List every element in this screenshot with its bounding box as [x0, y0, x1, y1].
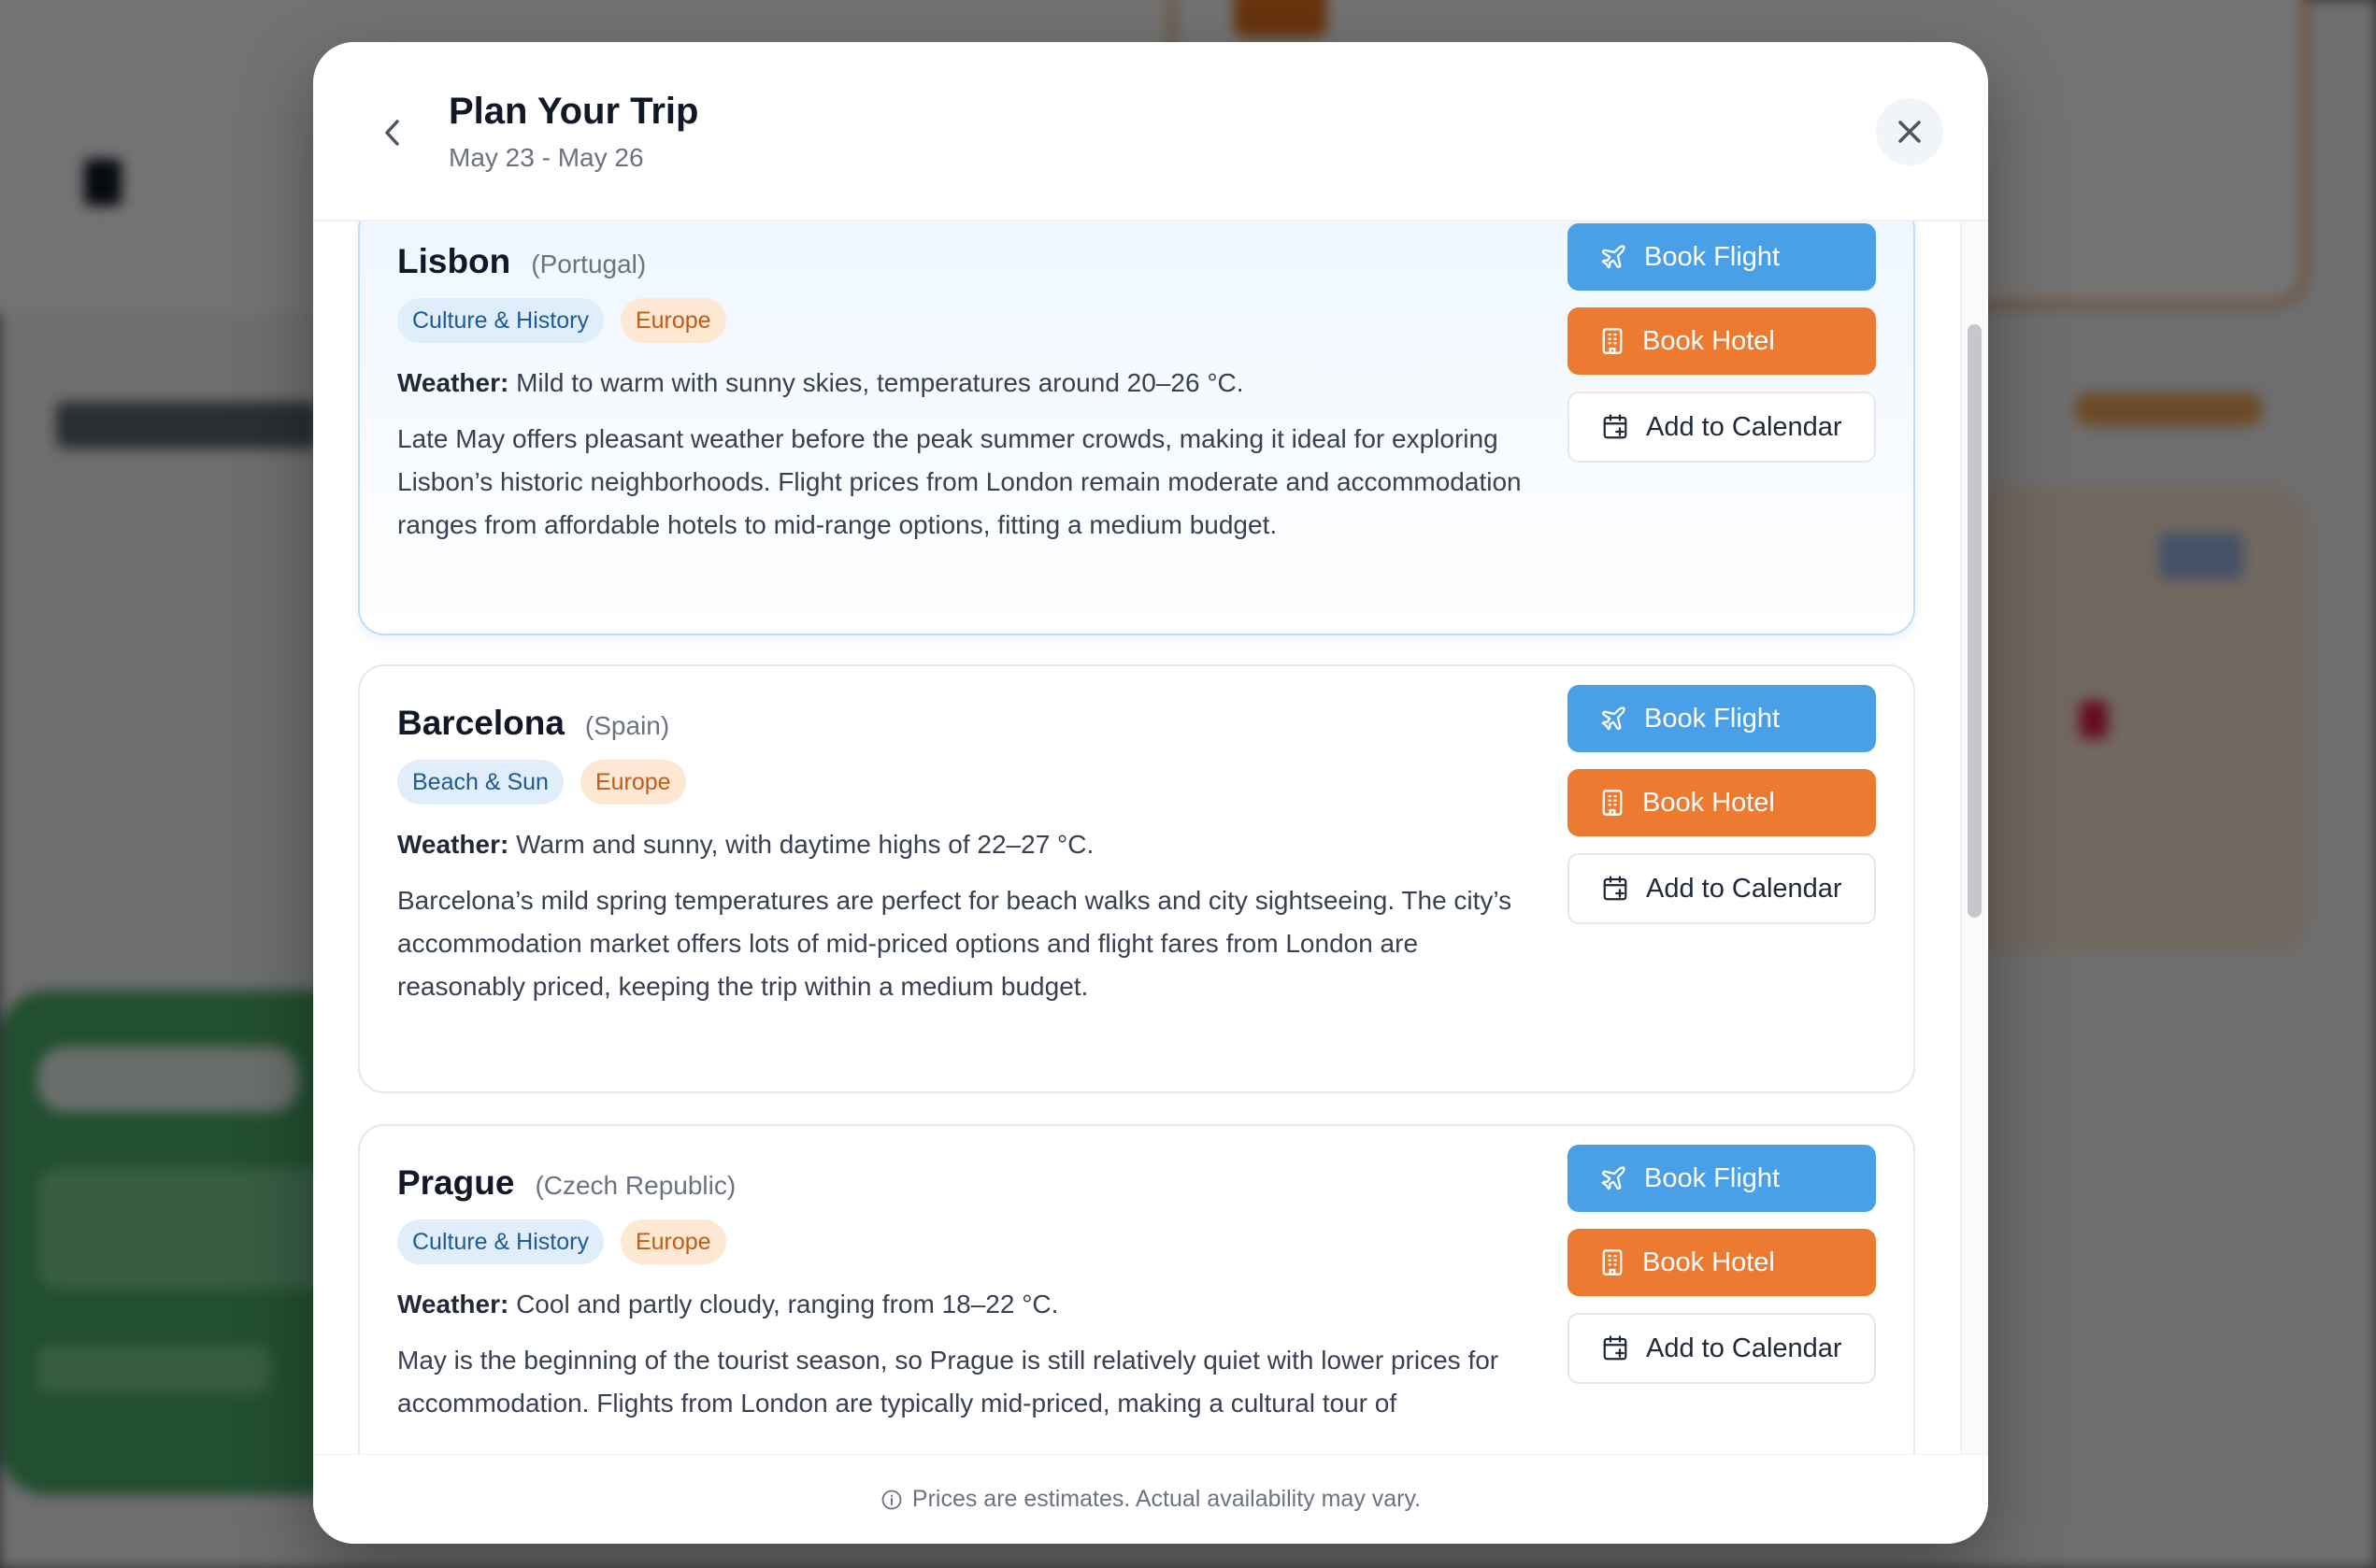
modal-footer: Prices are estimates. Actual availabilit…	[313, 1454, 1988, 1544]
modal-title: Plan Your Trip	[449, 91, 699, 132]
plane-icon	[1601, 245, 1625, 269]
calendar-plus-icon	[1603, 1335, 1627, 1361]
card-actions: Book Flight Book Hotel Add to Calendar	[1567, 685, 1876, 924]
calendar-plus-icon	[1603, 876, 1627, 901]
plane-icon	[1601, 1166, 1625, 1190]
plane-icon	[1601, 706, 1625, 731]
hotel-icon	[1602, 790, 1623, 816]
footer-note: Prices are estimates. Actual availabilit…	[911, 1486, 1422, 1512]
hotel-icon	[1602, 328, 1623, 354]
weather-info: Weather: Cool and partly cloudy, ranging…	[397, 1290, 1059, 1319]
weather-info: Weather: Warm and sunny, with daytime hi…	[397, 830, 1095, 859]
card-actions: Book Flight Book Hotel Add to Calendar	[1567, 223, 1876, 463]
category-tag: Culture & History	[397, 1219, 604, 1264]
tag-list: Culture & History Europe	[397, 298, 726, 343]
country-name: (Spain)	[584, 711, 670, 740]
book-hotel-button[interactable]: Book Hotel	[1567, 307, 1876, 375]
calendar-plus-icon	[1603, 414, 1627, 439]
destination-card: Barcelona (Spain) Beach & Sun Europe Weat…	[358, 664, 1915, 1093]
plan-trip-modal: Plan Your Trip May 23 - May 26 Lisbon (Po…	[313, 42, 1988, 1544]
country-name: (Czech Republic)	[535, 1171, 737, 1200]
destination-description: Barcelona’s mild spring temperatures are…	[397, 886, 1512, 1001]
trip-dates: May 23 - May 26	[449, 143, 644, 172]
modal-header: Plan Your Trip May 23 - May 26	[313, 42, 1988, 221]
country-name: (Portugal)	[531, 249, 647, 278]
destination-description: May is the beginning of the tourist seas…	[397, 1346, 1499, 1418]
city-name: Lisbon	[397, 242, 511, 280]
hotel-icon	[1602, 1249, 1623, 1276]
destination-description: Late May offers pleasant weather before …	[397, 424, 1522, 539]
card-actions: Book Flight Book Hotel Add to Calendar	[1567, 1145, 1876, 1384]
tag-list: Beach & Sun Europe	[397, 760, 686, 805]
add-to-calendar-button[interactable]: Add to Calendar	[1567, 853, 1876, 924]
destination-card: Prague (Czech Republic) Culture & History…	[358, 1124, 1915, 1495]
tag-list: Culture & History Europe	[397, 1219, 726, 1264]
category-tag: Culture & History	[397, 298, 604, 343]
chevron-left-icon	[385, 120, 399, 146]
scrollbar-thumb[interactable]	[1968, 324, 1982, 918]
region-tag: Europe	[620, 298, 726, 343]
book-hotel-button[interactable]: Book Hotel	[1567, 1229, 1876, 1296]
region-tag: Europe	[620, 1219, 726, 1264]
region-tag: Europe	[580, 760, 686, 805]
destination-list[interactable]: Lisbon (Portugal) Culture & History Europ…	[313, 221, 1988, 1495]
book-flight-button[interactable]: Book Flight	[1567, 685, 1876, 752]
add-to-calendar-button[interactable]: Add to Calendar	[1567, 1313, 1876, 1384]
city-name: Barcelona	[397, 704, 565, 742]
scrollbar[interactable]	[1960, 221, 1988, 1495]
back-button[interactable]	[369, 109, 416, 156]
weather-info: Weather: Mild to warm with sunny skies, …	[397, 368, 1244, 397]
destination-card: Lisbon (Portugal) Culture & History Europ…	[358, 221, 1915, 635]
city-name: Prague	[397, 1163, 515, 1202]
category-tag: Beach & Sun	[397, 760, 564, 805]
book-flight-button[interactable]: Book Flight	[1567, 1145, 1876, 1212]
add-to-calendar-button[interactable]: Add to Calendar	[1567, 392, 1876, 463]
close-button[interactable]	[1876, 98, 1943, 165]
book-flight-button[interactable]: Book Flight	[1567, 223, 1876, 291]
close-icon	[1898, 121, 1921, 143]
info-icon	[881, 1490, 902, 1509]
book-hotel-button[interactable]: Book Hotel	[1567, 769, 1876, 836]
